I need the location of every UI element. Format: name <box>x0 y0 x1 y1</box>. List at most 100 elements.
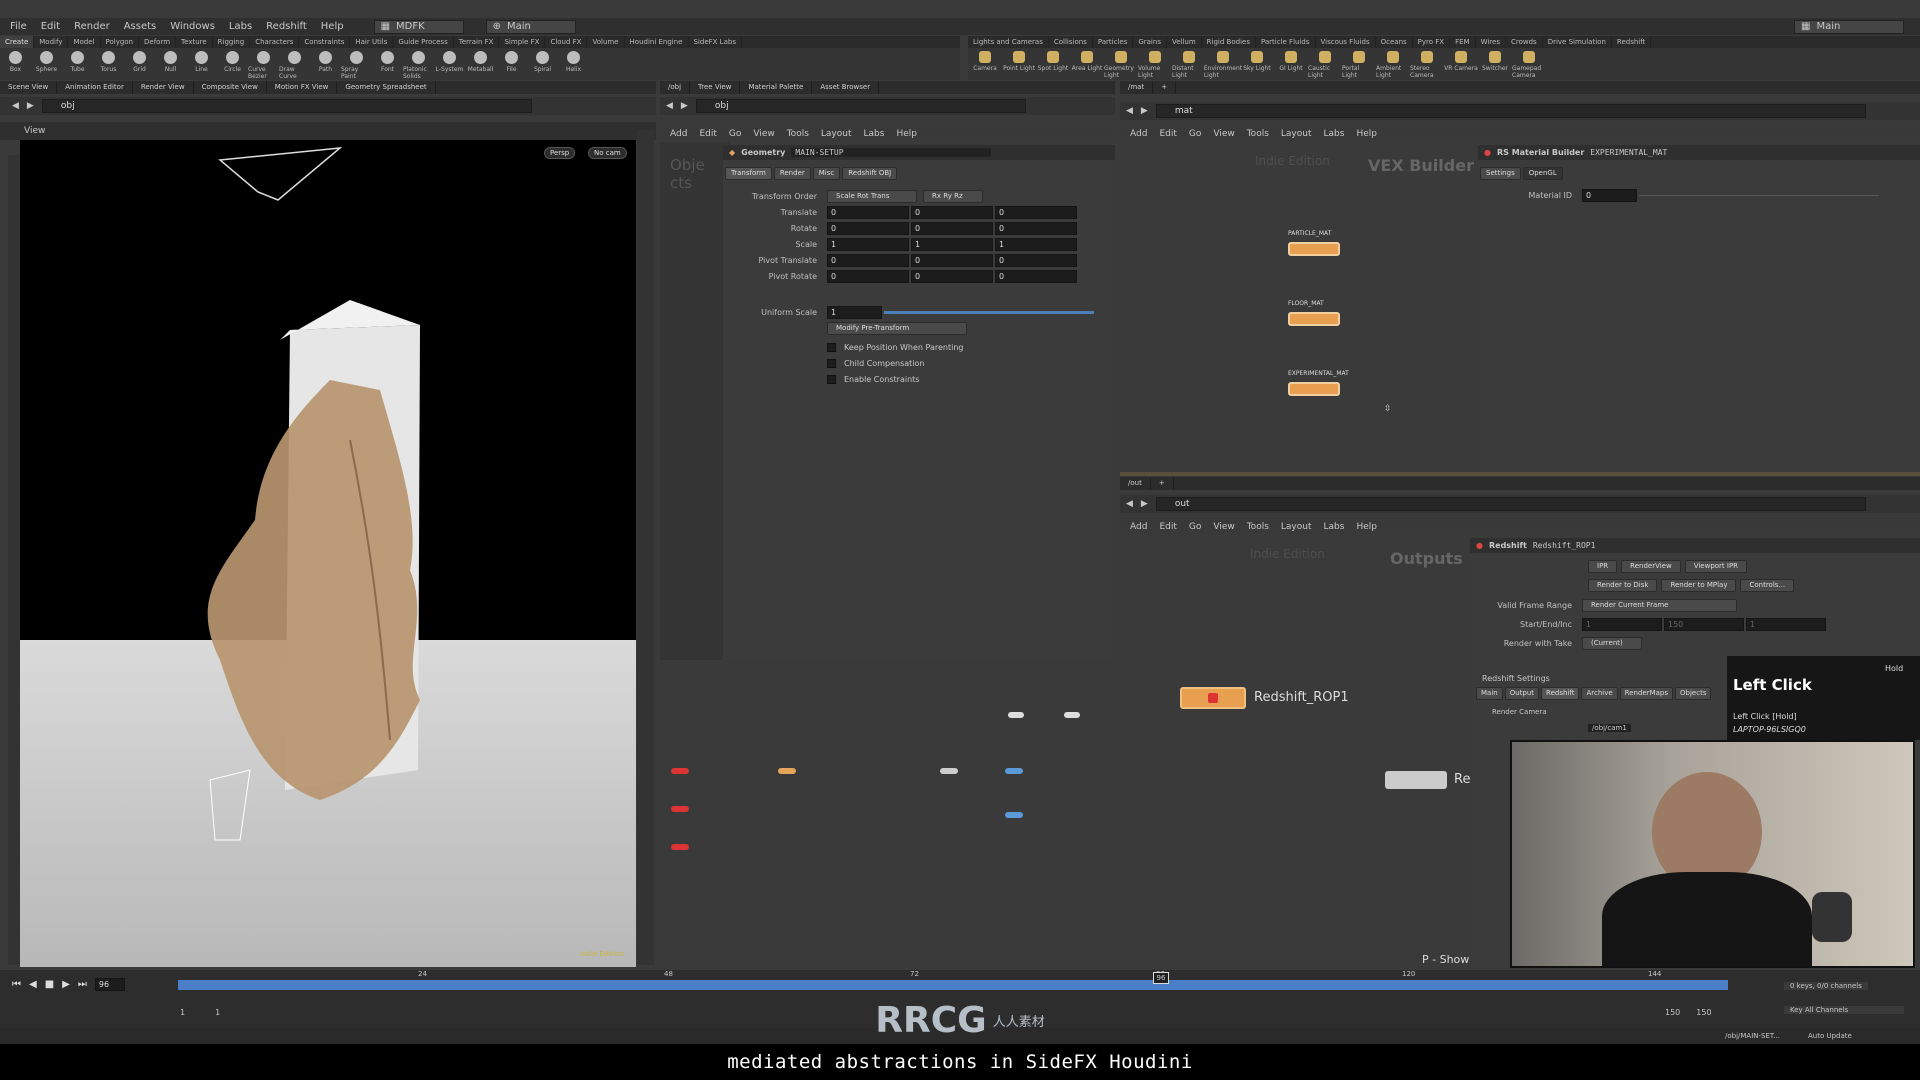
main-select[interactable]: ⊕ Main <box>485 19 576 34</box>
menu-item[interactable]: Labs <box>864 129 885 139</box>
material-id-slider[interactable] <box>1639 194 1879 196</box>
mat-node[interactable] <box>1288 382 1340 396</box>
range-end2-field[interactable]: 150 <box>1696 1008 1711 1017</box>
param-field[interactable]: 0 <box>995 205 1077 219</box>
shelf-tool[interactable]: Volume Light <box>1138 48 1172 80</box>
shelf-tab[interactable]: Particles <box>1093 36 1134 48</box>
out-network[interactable]: Indie Edition Outputs Redshift_ROP1 Re P… <box>1120 535 1470 967</box>
menu-file[interactable]: File <box>10 21 27 32</box>
back-icon[interactable]: ◀ <box>1126 499 1133 509</box>
pane-tab[interactable]: Geometry Spreadsheet <box>337 81 436 94</box>
menu-item[interactable]: View <box>1213 522 1234 532</box>
mat-network[interactable]: Indie Edition VEX Builder PARTICLE_MAT FL… <box>1120 142 1478 472</box>
settings-tab[interactable]: Output <box>1504 687 1540 700</box>
null-node[interactable] <box>1005 768 1023 774</box>
right-main-select[interactable]: ▦ Main <box>1794 19 1904 34</box>
shelf-tab[interactable]: Vellum <box>1167 36 1202 48</box>
left-path-field[interactable]: obj <box>41 99 532 113</box>
uniform-scale-field[interactable]: 1 <box>827 305 882 319</box>
forward-icon[interactable]: ▶ <box>1141 499 1148 509</box>
key-all-select[interactable]: Key All Channels <box>1784 1006 1904 1014</box>
inc-field[interactable]: 1 <box>1746 617 1826 631</box>
shelf-tool[interactable]: Curve Bezier <box>248 48 279 80</box>
menu-item[interactable]: Layout <box>821 129 852 139</box>
param-field[interactable]: 0 <box>911 221 993 235</box>
render-button[interactable]: RenderView <box>1621 560 1681 573</box>
menu-redshift[interactable]: Redshift <box>266 21 307 32</box>
shelf-tool[interactable]: Circle <box>217 48 248 80</box>
mat-node[interactable] <box>1288 242 1340 256</box>
menu-item[interactable]: Layout <box>1281 129 1312 139</box>
persp-button[interactable]: Persp <box>544 147 576 159</box>
mat-tab[interactable]: /mat <box>1120 81 1154 94</box>
shelf-tab[interactable]: Houdini Engine <box>625 36 689 48</box>
shelf-tool[interactable]: Spray Paint <box>341 48 372 80</box>
shelf-tool[interactable]: Caustic Light <box>1308 48 1342 80</box>
shelf-tab[interactable]: Characters <box>250 36 300 48</box>
shelf-tab[interactable]: Rigging <box>213 36 251 48</box>
menu-item[interactable]: Tools <box>787 129 809 139</box>
shelf-tool[interactable]: Spiral <box>527 48 558 80</box>
shelf-tool[interactable]: Gamepad Camera <box>1512 48 1546 80</box>
param-field[interactable]: 1 <box>995 237 1077 251</box>
menu-help[interactable]: Help <box>321 21 344 32</box>
param-field[interactable]: 0 <box>827 269 909 283</box>
redshift-rop-node[interactable] <box>1180 687 1246 709</box>
cam-node[interactable] <box>940 768 958 774</box>
menu-item[interactable]: Go <box>1189 129 1201 139</box>
null-node[interactable] <box>1005 812 1023 818</box>
shelf-tab[interactable]: Create <box>0 36 35 48</box>
pane-tab[interactable]: Material Palette <box>740 81 813 94</box>
menu-item[interactable]: Add <box>1130 129 1147 139</box>
camera-path-field[interactable]: /obj/cam1 <box>1588 724 1631 732</box>
stop-icon[interactable]: ■ <box>45 979 54 990</box>
menu-item[interactable]: Layout <box>1281 522 1312 532</box>
shelf-tool[interactable]: File <box>496 48 527 80</box>
shelf-tool[interactable]: Platonic Solids <box>403 48 434 80</box>
menu-item[interactable]: Help <box>896 129 917 139</box>
range-start-field[interactable]: 1 <box>180 1008 185 1017</box>
shelf-tool[interactable]: Draw Curve <box>279 48 310 80</box>
shelf-tab[interactable]: Polygon <box>101 36 140 48</box>
shelf-tab[interactable]: Cloud FX <box>545 36 588 48</box>
render-button[interactable]: IPR <box>1588 560 1618 573</box>
render-button[interactable]: Render to Disk <box>1588 579 1658 592</box>
tab-opengl[interactable]: OpenGL <box>1522 167 1563 180</box>
frame-field[interactable]: 96 <box>94 978 125 991</box>
shelf-tab[interactable]: Simple FX <box>499 36 546 48</box>
uniform-scale-slider[interactable] <box>884 310 1094 314</box>
shelf-tab[interactable]: Viscous Fluids <box>1316 36 1376 48</box>
shelf-tab[interactable]: Collisions <box>1049 36 1093 48</box>
camera-button[interactable]: No cam <box>588 147 627 159</box>
param-tab[interactable]: Redshift OBJ <box>842 167 898 180</box>
menu-item[interactable]: Tools <box>1247 129 1269 139</box>
shelf-tool[interactable]: Box <box>0 48 31 80</box>
shelf-tab[interactable]: Volume <box>587 36 625 48</box>
shelf-tool[interactable]: Geometry Light <box>1104 48 1138 80</box>
shelf-tab[interactable]: Model <box>68 36 101 48</box>
shelf-tool[interactable]: Path <box>310 48 341 80</box>
cam-node[interactable] <box>1008 712 1024 718</box>
mat-node[interactable] <box>1288 312 1340 326</box>
shelf-tab[interactable]: Oceans <box>1376 36 1413 48</box>
last-frame-icon[interactable]: ⏭ <box>78 979 87 990</box>
menu-item[interactable]: Add <box>670 129 687 139</box>
render-button[interactable]: Render to MPlay <box>1661 579 1737 592</box>
shelf-tool[interactable]: L-System <box>434 48 465 80</box>
param-field[interactable]: 0 <box>827 221 909 235</box>
transform-order-select[interactable]: Scale Rot Trans <box>827 189 917 203</box>
take-select[interactable]: (Current) <box>1582 636 1642 650</box>
light-node[interactable] <box>671 806 689 812</box>
add-tab-icon[interactable]: + <box>1151 477 1174 490</box>
menu-render[interactable]: Render <box>74 21 110 32</box>
shelf-tool[interactable]: Grid <box>124 48 155 80</box>
pane-tab[interactable]: Composite View <box>194 81 267 94</box>
shelf-tool[interactable]: Ambient Light <box>1376 48 1410 80</box>
shelf-tool[interactable]: VR Camera <box>1444 48 1478 80</box>
node-name-field[interactable]: MAIN-SETUP <box>791 148 992 157</box>
menu-item[interactable]: Help <box>1356 522 1377 532</box>
checkbox[interactable] <box>827 342 836 352</box>
start-field[interactable]: 1 <box>1582 617 1662 631</box>
out-path-field[interactable]: out <box>1155 497 1866 511</box>
back-icon[interactable]: ◀ <box>1126 106 1133 116</box>
